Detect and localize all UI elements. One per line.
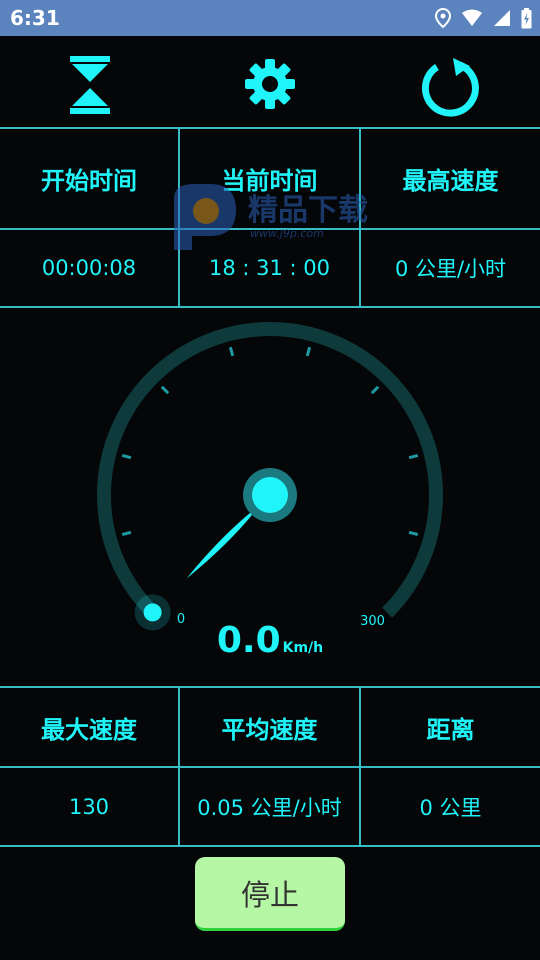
gauge-tick <box>408 453 419 460</box>
gauge-tick <box>305 346 312 357</box>
speed-readout: 0.0 Km/h <box>0 620 540 661</box>
speed-value: 0.0 <box>216 620 281 661</box>
location-icon <box>435 8 451 28</box>
top-header-row: 开始时间 当前时间 最高速度 <box>0 129 540 230</box>
gear-icon <box>242 56 298 112</box>
reset-button[interactable] <box>420 56 482 118</box>
stop-button[interactable]: 停止 <box>195 857 345 931</box>
status-icons <box>435 7 532 29</box>
refresh-icon <box>420 56 482 118</box>
current-time-value: 18 : 31 : 00 <box>180 230 361 306</box>
start-time-value: 00:00:08 <box>0 230 180 306</box>
distance-value: 0 公里 <box>419 795 482 820</box>
gauge-tick <box>408 530 419 537</box>
distance-label: 距离 <box>426 715 475 744</box>
average-speed-value: 0.05 公里/小时 <box>180 768 361 845</box>
gauge-tick <box>370 385 380 395</box>
status-bar: 6:31 <box>0 0 540 36</box>
speed-unit: Km/h <box>282 640 324 656</box>
gauge-tick <box>160 385 170 395</box>
signal-icon <box>493 9 511 27</box>
status-time: 6:31 <box>10 6 60 30</box>
bottom-value-row: 130 0.05 公里/小时 0 公里 <box>0 768 540 847</box>
start-time-label: 开始时间 <box>0 129 180 228</box>
needle-hub <box>252 477 288 513</box>
bottom-info-grid: 最大速度 平均速度 距离 130 0.05 公里/小时 0 公里 <box>0 686 540 847</box>
gauge-tick <box>121 453 132 460</box>
timer-button[interactable] <box>62 56 118 114</box>
top-speed-label: 最高速度 <box>402 167 499 195</box>
speed-indicator-dot <box>143 603 162 622</box>
top-speed-value: 0 公里/小时 <box>394 257 507 281</box>
battery-icon <box>521 7 532 29</box>
max-speed-value: 130 <box>0 768 180 845</box>
average-speed-label: 平均速度 <box>180 688 361 766</box>
hourglass-icon <box>62 54 118 116</box>
top-value-row: 00:00:08 18 : 31 : 00 0 公里/小时 <box>0 230 540 308</box>
gauge-tick <box>121 530 132 537</box>
gauge-tick <box>228 346 235 357</box>
settings-button[interactable] <box>242 56 298 112</box>
max-speed-label: 最大速度 <box>0 688 180 766</box>
top-info-grid: 开始时间 当前时间 最高速度 00:00:08 18 : 31 : 00 0 公… <box>0 127 540 308</box>
bottom-header-row: 最大速度 平均速度 距离 <box>0 688 540 768</box>
current-time-label: 当前时间 <box>180 129 361 228</box>
wifi-icon <box>461 9 483 27</box>
toolbar <box>0 36 540 128</box>
gauge-needle <box>186 504 261 579</box>
